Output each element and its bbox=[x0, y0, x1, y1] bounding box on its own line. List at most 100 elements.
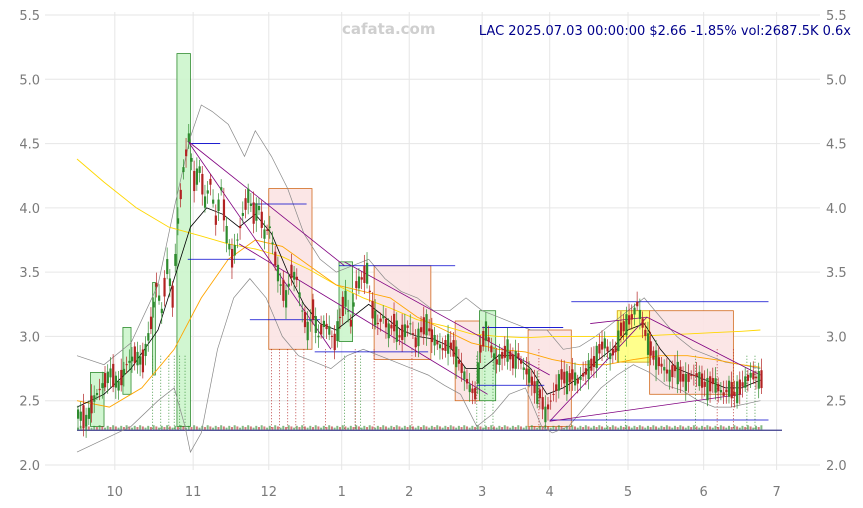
candle-body bbox=[655, 350, 658, 370]
candle-body bbox=[379, 318, 382, 322]
volume-bar bbox=[282, 425, 285, 430]
volume-bar bbox=[328, 425, 331, 430]
candle-body bbox=[711, 378, 714, 385]
volume-bar bbox=[144, 427, 147, 430]
y-tick-label-left: 5.5 bbox=[19, 9, 40, 24]
volume-bar bbox=[152, 425, 155, 430]
candle-body bbox=[644, 329, 647, 336]
candle-body bbox=[98, 388, 101, 391]
candle-body bbox=[447, 334, 450, 354]
candle-body bbox=[284, 290, 288, 308]
candle-body bbox=[82, 405, 85, 428]
volume-bar bbox=[314, 425, 317, 430]
volume-bar bbox=[557, 425, 560, 430]
candle-body bbox=[474, 387, 477, 400]
candle-body bbox=[676, 361, 679, 385]
volume-bar bbox=[625, 425, 628, 430]
candle-body bbox=[492, 353, 496, 359]
candle-body bbox=[193, 171, 196, 192]
candle-body bbox=[160, 308, 163, 314]
volume-bar bbox=[530, 425, 533, 430]
candle-body bbox=[409, 323, 412, 325]
y-tick-label-right: 2.5 bbox=[826, 395, 847, 410]
candle-body bbox=[371, 301, 374, 319]
candle-body bbox=[128, 360, 131, 363]
volume-bar bbox=[709, 426, 712, 430]
x-tick-label: 3 bbox=[478, 485, 486, 500]
y-tick-label-right: 4.5 bbox=[826, 138, 847, 153]
candle-body bbox=[206, 190, 209, 194]
volume-bar bbox=[679, 425, 682, 430]
volume-bar bbox=[131, 427, 134, 430]
candle-body bbox=[636, 301, 639, 307]
volume-bar bbox=[479, 426, 482, 430]
volume-bar bbox=[746, 425, 749, 430]
volume-bar bbox=[592, 425, 595, 430]
candle-body bbox=[79, 411, 82, 421]
x-tick-label: 5 bbox=[624, 485, 632, 500]
volume-bar bbox=[503, 425, 506, 430]
candle-body bbox=[603, 338, 606, 349]
volume-bar bbox=[339, 427, 342, 430]
candle-body bbox=[487, 337, 490, 342]
volume-bar bbox=[552, 425, 555, 430]
volume-bar bbox=[447, 427, 450, 430]
volume-bar bbox=[179, 425, 182, 430]
candle-body bbox=[525, 368, 528, 375]
candle-body bbox=[444, 340, 447, 351]
volume-bar bbox=[682, 426, 685, 430]
volume-bar bbox=[244, 427, 247, 430]
candle-body bbox=[428, 328, 431, 332]
x-tick-label: 10 bbox=[107, 485, 124, 500]
y-tick-label-right: 3.0 bbox=[826, 330, 847, 345]
volume-bar bbox=[249, 426, 252, 430]
volume-bar bbox=[660, 425, 663, 430]
candle-body bbox=[190, 157, 193, 162]
candle-body bbox=[590, 358, 593, 371]
volume-bar bbox=[363, 425, 366, 430]
volume-bar bbox=[120, 425, 123, 430]
candle-body bbox=[93, 395, 96, 402]
volume-bar bbox=[449, 425, 452, 430]
candle-body bbox=[163, 277, 166, 297]
candle-body bbox=[282, 279, 285, 301]
volume-bar bbox=[382, 425, 385, 430]
candle-body bbox=[563, 371, 566, 384]
volume-bar bbox=[247, 425, 250, 430]
candle-body bbox=[557, 374, 561, 391]
candle-body bbox=[482, 331, 485, 347]
volume-bar bbox=[166, 425, 169, 430]
volume-bar bbox=[636, 427, 639, 430]
volume-bar bbox=[474, 427, 477, 430]
volume-bar bbox=[158, 427, 161, 430]
volume-bar bbox=[93, 425, 96, 430]
candle-body bbox=[746, 374, 750, 381]
candle-body bbox=[552, 393, 555, 395]
candle-body bbox=[673, 365, 677, 372]
candle-body bbox=[687, 373, 690, 382]
volume-bar bbox=[230, 427, 233, 430]
volume-bar bbox=[195, 426, 198, 430]
candle-body bbox=[417, 328, 420, 347]
volume-bar bbox=[722, 426, 725, 430]
volume-bar bbox=[547, 426, 549, 430]
y-tick-label-left: 2.0 bbox=[19, 459, 40, 474]
pattern-box-red bbox=[649, 310, 734, 395]
candle-body bbox=[490, 345, 493, 353]
volume-bar bbox=[700, 425, 703, 430]
candle-body bbox=[628, 315, 631, 325]
volume-bar bbox=[657, 427, 660, 430]
volume-bar bbox=[555, 427, 558, 430]
volume-bar bbox=[228, 425, 231, 430]
candle-body bbox=[441, 348, 444, 351]
candle-body bbox=[622, 321, 625, 332]
candle-body bbox=[403, 324, 407, 338]
candle-body bbox=[155, 282, 158, 287]
volume-bar bbox=[206, 425, 209, 430]
candle-body bbox=[152, 301, 155, 308]
volume-bar bbox=[187, 425, 190, 430]
volume-bar bbox=[455, 427, 458, 430]
volume-bar bbox=[112, 425, 115, 430]
volume-bar bbox=[293, 427, 296, 430]
y-tick-label-left: 4.5 bbox=[19, 138, 40, 153]
